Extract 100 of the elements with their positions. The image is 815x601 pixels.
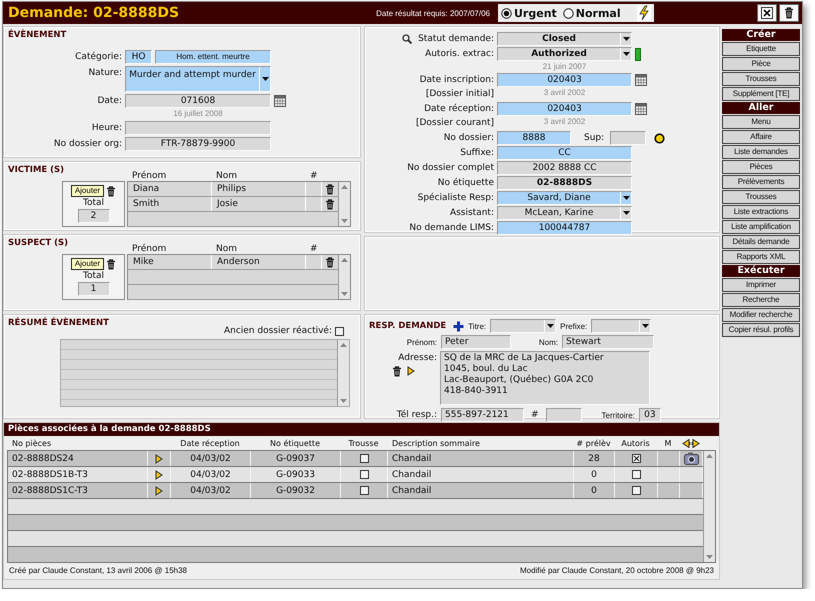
calendar-icon[interactable]: [635, 74, 647, 86]
menu-button[interactable]: Liste demandes: [722, 145, 800, 159]
plus-icon[interactable]: [453, 320, 464, 332]
text-field[interactable]: 8888: [497, 131, 571, 145]
menu-button[interactable]: Détails demande: [722, 235, 800, 249]
dropdown[interactable]: Closed: [497, 32, 632, 46]
scroll-down-icon[interactable]: [341, 292, 348, 296]
add-button[interactable]: Ajouter: [70, 185, 104, 197]
scrollbar[interactable]: [338, 182, 350, 226]
text-field[interactable]: Hom. ettent. meurtre: [155, 50, 271, 64]
table-cell: Chandail: [388, 451, 574, 466]
checkbox[interactable]: [335, 326, 344, 336]
scrollbar[interactable]: [338, 255, 350, 299]
text-field[interactable]: Peter: [441, 335, 511, 349]
scroll-up-icon[interactable]: [706, 454, 713, 458]
add-button[interactable]: Ajouter: [70, 258, 104, 270]
search-icon[interactable]: [402, 34, 412, 44]
trash-icon[interactable]: [325, 256, 335, 268]
summary-field[interactable]: [60, 339, 350, 407]
table-cell: 02-8888DS24: [8, 451, 148, 466]
scroll-up-icon[interactable]: [341, 258, 348, 262]
text-field[interactable]: 100044787: [497, 221, 632, 235]
text-field[interactable]: 555-897-2121: [441, 408, 524, 422]
menu-button[interactable]: Affaire: [722, 130, 800, 144]
menu-button[interactable]: Trousses: [722, 190, 800, 204]
text-field[interactable]: [610, 131, 646, 145]
camera-icon[interactable]: [684, 452, 698, 465]
text-field[interactable]: 03: [638, 408, 661, 422]
column-header: M: [664, 438, 672, 448]
dropdown[interactable]: [490, 319, 556, 333]
radio-button[interactable]: Urgent: [501, 6, 557, 20]
menu-button[interactable]: Recherche: [722, 293, 800, 307]
scroll-up-icon[interactable]: [341, 185, 348, 189]
checkbox[interactable]: [360, 454, 368, 463]
checkbox[interactable]: [360, 486, 368, 495]
date-field[interactable]: 020403: [497, 102, 632, 116]
section-title: RÉSUMÉ ÉVÈNEMENT: [8, 318, 109, 328]
menu-button[interactable]: Liste amplification: [722, 220, 800, 234]
date-field[interactable]: 071608: [125, 94, 271, 108]
scrollbar[interactable]: [703, 451, 715, 562]
scroll-down-icon[interactable]: [706, 555, 713, 559]
table-cell: 0: [574, 467, 615, 482]
text-field[interactable]: 2002 8888 CC: [497, 161, 632, 175]
menu-button[interactable]: Trousses: [722, 72, 800, 86]
menu-button[interactable]: Rapports XML: [722, 250, 800, 264]
menu-header: Aller: [722, 102, 800, 114]
address-field[interactable]: SQ de la MRC de La Jacques-Cartier 1045, boul. du Lac Lac-Beauport, (Québec) G0A 2C0 418-840-3911: [440, 351, 650, 405]
close-icon: [761, 7, 773, 19]
scroll-down-icon[interactable]: [340, 399, 347, 403]
trash-icon[interactable]: [392, 366, 402, 377]
column-header: No pièces: [11, 438, 52, 448]
text-field[interactable]: [125, 121, 271, 135]
text-field[interactable]: 02-8888DS: [497, 176, 632, 190]
section-title: SUSPECT (S): [8, 238, 68, 248]
trash-icon[interactable]: [106, 258, 116, 270]
lightning-icon[interactable]: [637, 5, 651, 21]
text-field[interactable]: CC: [497, 146, 632, 160]
arrow-right-icon[interactable]: [407, 366, 415, 376]
calendar-icon[interactable]: [274, 95, 286, 107]
checkbox[interactable]: [632, 470, 640, 479]
code-field[interactable]: HO: [125, 50, 152, 64]
menu-header: Exécuter: [722, 265, 800, 277]
navigation-arrows-icon[interactable]: [682, 438, 700, 448]
close-button[interactable]: [757, 4, 777, 22]
menu-button[interactable]: Liste extractions: [722, 205, 800, 219]
menu-button[interactable]: Prélèvements: [722, 175, 800, 189]
scrollbar[interactable]: [337, 340, 349, 406]
text-field[interactable]: Stewart: [562, 335, 654, 349]
scroll-down-icon[interactable]: [341, 219, 348, 223]
modified-info: Modifié par Claude Constant, 20 octobre 2008 @ 9h23: [520, 566, 714, 574]
caret-icon: [622, 52, 630, 56]
menu-button[interactable]: Copier résul. profils: [722, 323, 800, 337]
menu-button[interactable]: Imprimer: [722, 278, 800, 292]
delete-button[interactable]: [779, 4, 799, 22]
dropdown[interactable]: Authorized: [497, 47, 632, 61]
dropdown[interactable]: Murder and attempt murder: [125, 66, 271, 92]
checkbox[interactable]: [632, 454, 640, 463]
trash-icon[interactable]: [325, 198, 335, 210]
menu-button[interactable]: Modifier recherche: [722, 308, 800, 322]
checkbox[interactable]: [632, 486, 640, 495]
text-field[interactable]: [546, 408, 582, 422]
calendar-icon[interactable]: [635, 103, 647, 115]
text-field[interactable]: FTR-78879-9900: [125, 137, 271, 151]
menu-button[interactable]: Pièce: [722, 57, 800, 71]
trash-icon[interactable]: [106, 186, 116, 196]
menu-button[interactable]: Supplément [TE]: [722, 87, 800, 101]
scroll-up-icon[interactable]: [340, 343, 347, 347]
menu-button[interactable]: Menu: [722, 115, 800, 129]
caret-icon: [622, 196, 630, 200]
dropdown[interactable]: McLean, Karine: [497, 206, 632, 220]
menu-button[interactable]: Etiquette: [722, 42, 800, 56]
trash-icon[interactable]: [325, 184, 335, 194]
field-label: No étiquette: [438, 176, 494, 190]
checkbox[interactable]: [360, 470, 368, 479]
radio-button[interactable]: Normal: [562, 6, 621, 20]
menu-button[interactable]: Pièces: [722, 160, 800, 174]
dropdown[interactable]: Savard, Diane: [497, 191, 632, 205]
date-caption: 16 juillet 2008: [172, 108, 224, 119]
dropdown[interactable]: [591, 319, 652, 333]
date-field[interactable]: 020403: [497, 73, 632, 87]
